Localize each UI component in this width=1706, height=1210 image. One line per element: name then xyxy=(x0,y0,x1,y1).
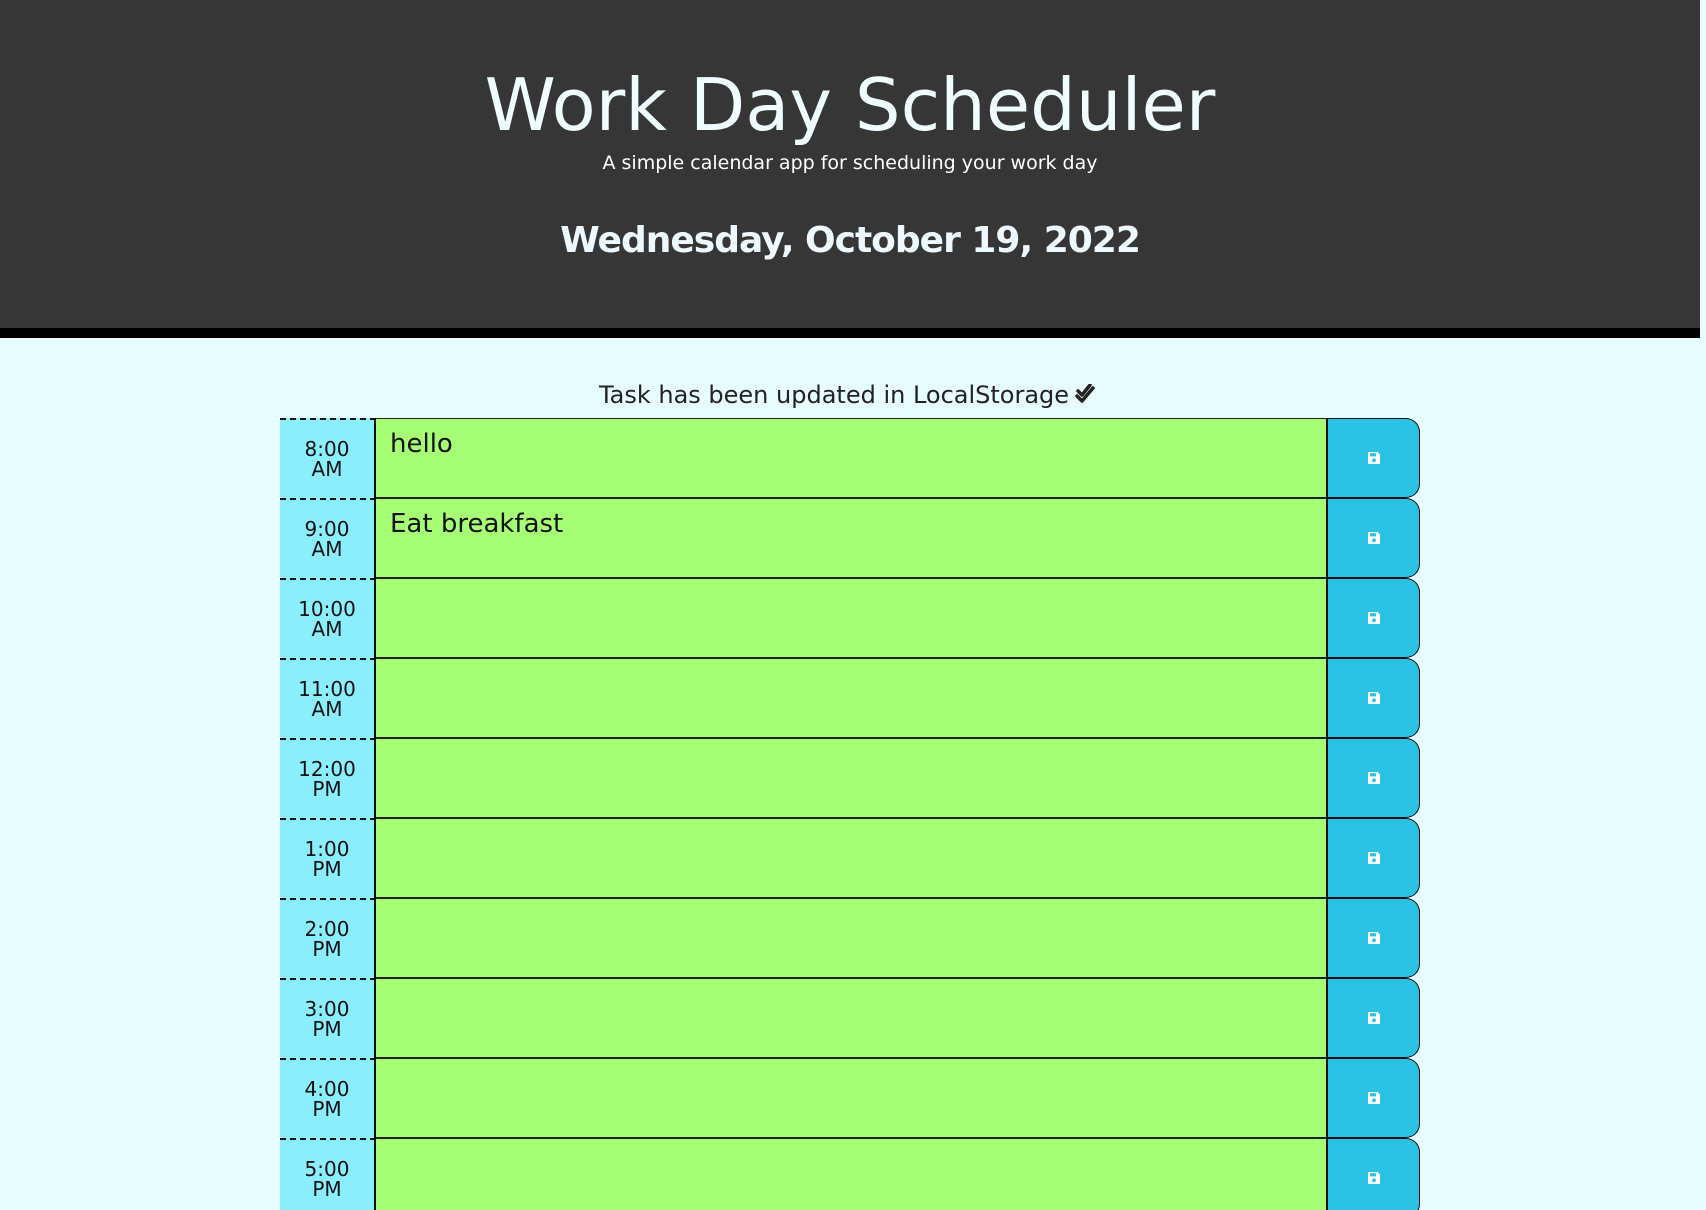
page: Work Day Scheduler A simple calendar app… xyxy=(0,0,1706,1210)
hour-label: 9:00 AM xyxy=(280,498,376,578)
task-input[interactable] xyxy=(376,978,1326,1058)
page-subtitle: A simple calendar app for scheduling you… xyxy=(602,152,1098,174)
save-button[interactable] xyxy=(1326,658,1420,738)
save-button[interactable] xyxy=(1326,418,1420,498)
time-block-row: 5:00 PM xyxy=(280,1138,1420,1210)
hour-label: 1:00 PM xyxy=(280,818,376,898)
hour-time: 12:00 xyxy=(298,757,356,781)
schedule-container: 8:00 AM hello 9:00 AM Eat breakfast 10:0… xyxy=(280,418,1420,1210)
floppy-disk-icon xyxy=(1367,611,1381,625)
floppy-disk-icon xyxy=(1367,771,1381,785)
hour-period: AM xyxy=(311,617,343,641)
hour-period: AM xyxy=(311,697,343,721)
save-button[interactable] xyxy=(1326,898,1420,978)
time-block-row: 2:00 PM xyxy=(280,898,1420,978)
status-message: Task has been updated in LocalStorage xyxy=(0,380,1700,413)
save-button[interactable] xyxy=(1326,498,1420,578)
hour-time: 4:00 xyxy=(304,1077,350,1101)
hour-time: 11:00 xyxy=(298,677,356,701)
floppy-disk-icon xyxy=(1367,1091,1381,1105)
task-input[interactable] xyxy=(376,658,1326,738)
hour-label: 10:00 AM xyxy=(280,578,376,658)
time-block-row: 11:00 AM xyxy=(280,658,1420,738)
save-button[interactable] xyxy=(1326,1058,1420,1138)
time-block-row: 12:00 PM xyxy=(280,738,1420,818)
current-date: Wednesday, October 19, 2022 xyxy=(560,220,1141,261)
time-block-row: 10:00 AM xyxy=(280,578,1420,658)
hour-period: PM xyxy=(312,937,342,961)
hour-period: PM xyxy=(312,857,342,881)
hour-label: 5:00 PM xyxy=(280,1138,376,1210)
task-input[interactable] xyxy=(376,898,1326,978)
hour-period: AM xyxy=(311,457,343,481)
floppy-disk-icon xyxy=(1367,691,1381,705)
page-title: Work Day Scheduler xyxy=(484,63,1216,147)
hour-label: 11:00 AM xyxy=(280,658,376,738)
hour-time: 10:00 xyxy=(298,597,356,621)
save-button[interactable] xyxy=(1326,738,1420,818)
save-button[interactable] xyxy=(1326,978,1420,1058)
save-button[interactable] xyxy=(1326,578,1420,658)
header: Work Day Scheduler A simple calendar app… xyxy=(0,0,1700,338)
task-input[interactable] xyxy=(376,1138,1326,1210)
task-input[interactable]: Eat breakfast xyxy=(376,498,1326,578)
hour-period: PM xyxy=(312,1097,342,1121)
task-input[interactable] xyxy=(376,578,1326,658)
hour-time: 1:00 xyxy=(304,837,350,861)
time-block-row: 8:00 AM hello xyxy=(280,418,1420,498)
hour-label: 4:00 PM xyxy=(280,1058,376,1138)
time-block-row: 9:00 AM Eat breakfast xyxy=(280,498,1420,578)
floppy-disk-icon xyxy=(1367,451,1381,465)
time-block-row: 1:00 PM xyxy=(280,818,1420,898)
status-text: Task has been updated in LocalStorage xyxy=(598,381,1070,409)
hour-label: 8:00 AM xyxy=(280,418,376,498)
hour-time: 5:00 xyxy=(304,1157,350,1181)
hour-period: PM xyxy=(312,777,342,801)
hour-time: 8:00 xyxy=(304,437,350,461)
hour-period: PM xyxy=(312,1017,342,1041)
save-button[interactable] xyxy=(1326,1138,1420,1210)
hour-period: AM xyxy=(311,537,343,561)
hour-time: 3:00 xyxy=(304,997,350,1021)
hour-time: 2:00 xyxy=(304,917,350,941)
hour-label: 2:00 PM xyxy=(280,898,376,978)
task-input[interactable] xyxy=(376,1058,1326,1138)
time-block-row: 3:00 PM xyxy=(280,978,1420,1058)
floppy-disk-icon xyxy=(1367,1011,1381,1025)
task-input[interactable]: hello xyxy=(376,418,1326,498)
task-input[interactable] xyxy=(376,818,1326,898)
hour-period: PM xyxy=(312,1177,342,1201)
task-input[interactable] xyxy=(376,738,1326,818)
hour-label: 12:00 PM xyxy=(280,738,376,818)
save-button[interactable] xyxy=(1326,818,1420,898)
floppy-disk-icon xyxy=(1367,931,1381,945)
hour-label: 3:00 PM xyxy=(280,978,376,1058)
floppy-disk-icon xyxy=(1367,1171,1381,1185)
floppy-disk-icon xyxy=(1367,851,1381,865)
floppy-disk-icon xyxy=(1367,531,1381,545)
double-check-icon xyxy=(1075,383,1101,413)
time-block-row: 4:00 PM xyxy=(280,1058,1420,1138)
hour-time: 9:00 xyxy=(304,517,350,541)
